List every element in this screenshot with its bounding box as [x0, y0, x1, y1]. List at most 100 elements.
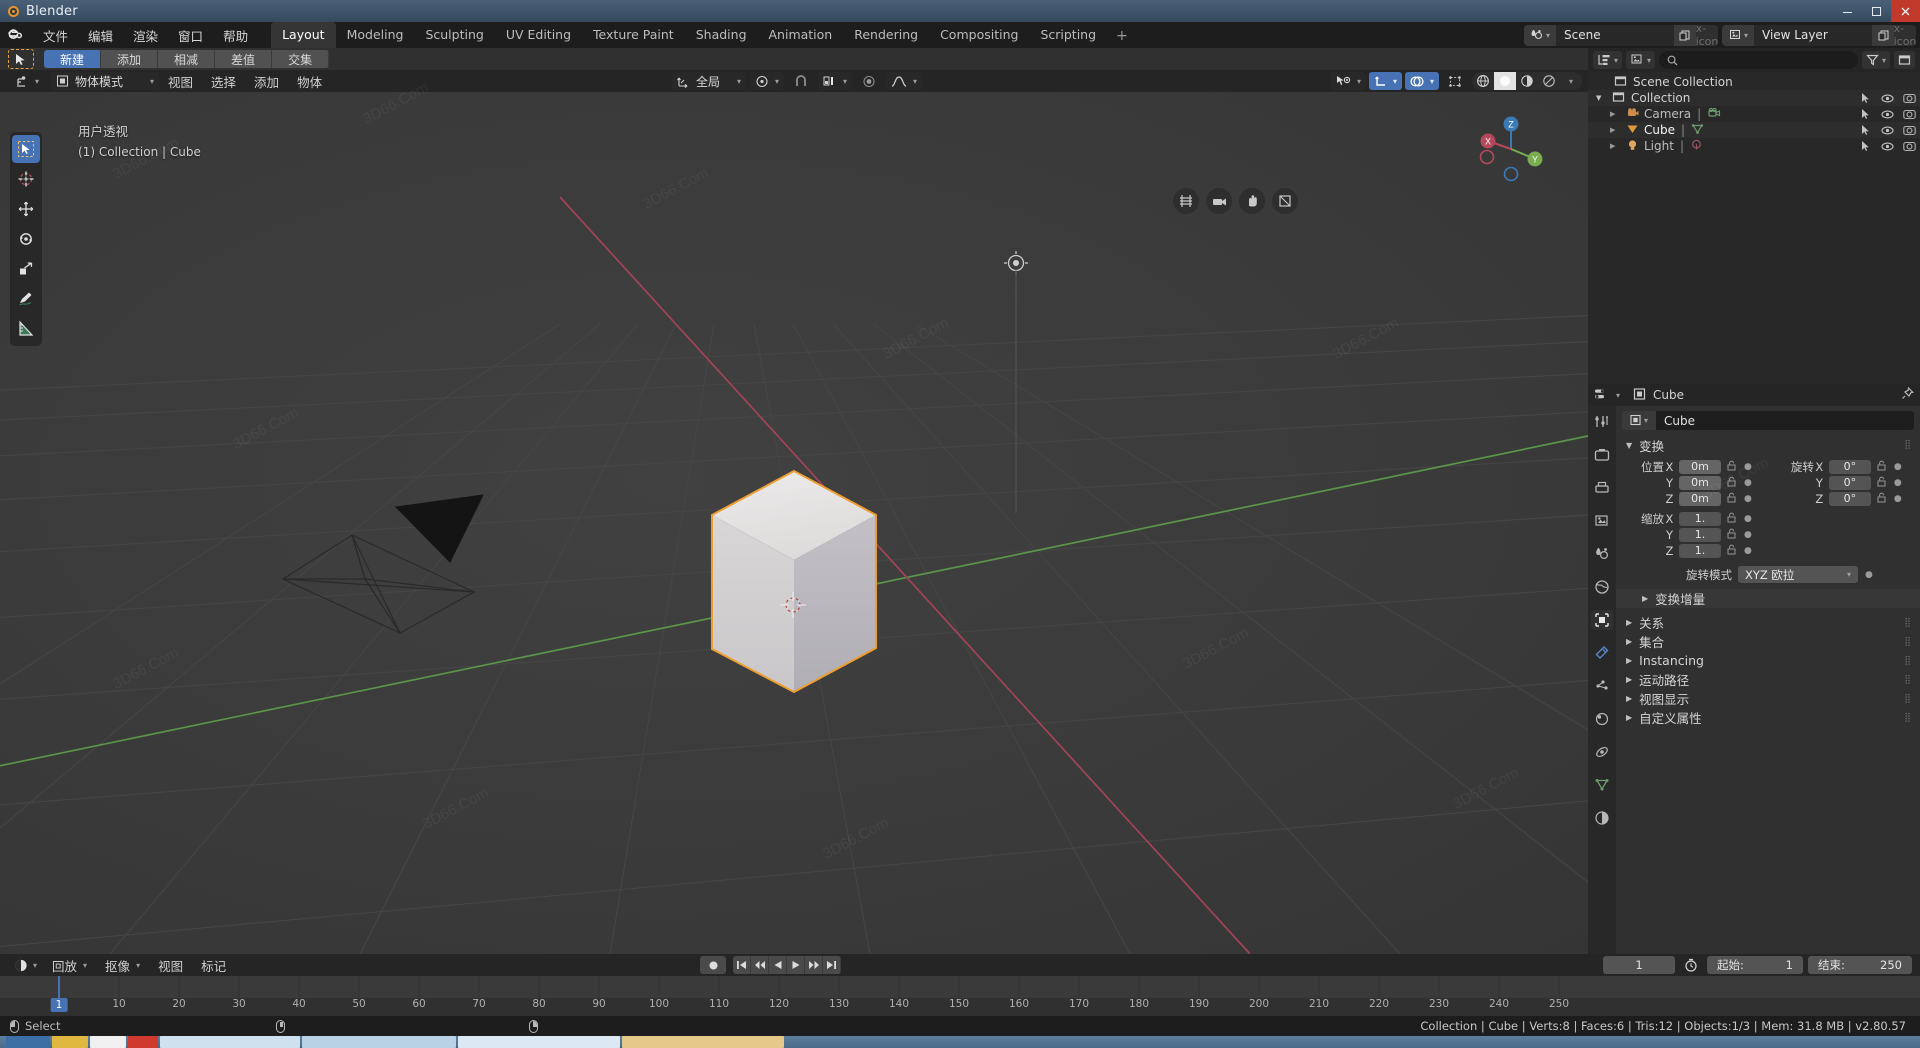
tab-rendering[interactable]: Rendering — [843, 22, 929, 48]
object-visibility-dropdown[interactable]: ▾ — [1331, 72, 1366, 90]
filter-id-icon[interactable]: ▾ — [1626, 51, 1655, 69]
data-tab-icon[interactable] — [1591, 775, 1613, 795]
expand-triangle-icon[interactable]: ▶ — [1610, 142, 1626, 150]
auto-key-icon[interactable] — [1680, 956, 1702, 974]
taskbar-item[interactable] — [52, 1036, 88, 1048]
view-layer-selector[interactable]: ▾ View Layer x-icon — [1722, 25, 1916, 46]
tab-layout[interactable]: Layout — [271, 22, 336, 48]
animate-dot-icon[interactable]: ● — [1744, 514, 1752, 524]
tab-animation[interactable]: Animation — [758, 22, 844, 48]
expand-triangle-icon[interactable]: ▶ — [1610, 126, 1626, 134]
output-tab-icon[interactable] — [1591, 478, 1613, 498]
current-frame-field[interactable]: 1 — [1603, 956, 1675, 974]
tweak-select-icon[interactable] — [8, 49, 34, 69]
snap-to-dropdown[interactable]: ▾ — [818, 72, 852, 90]
wireframe-shading-icon[interactable] — [1472, 72, 1494, 90]
render-tab-icon[interactable] — [1591, 445, 1613, 465]
delta-transform-subpanel[interactable]: ▶ 变换增量 — [1616, 589, 1920, 608]
lock-icon[interactable] — [1726, 512, 1737, 526]
object-tab-icon[interactable] — [1591, 610, 1613, 630]
location-y-field[interactable]: 0m — [1679, 476, 1721, 490]
timeline-editor-icon[interactable]: ▾ — [8, 956, 43, 974]
taskbar-item[interactable] — [128, 1036, 158, 1048]
panel-instancing[interactable]: ▶ Instancing ⣿ — [1616, 651, 1920, 670]
scene-icon[interactable]: ▾ — [1524, 25, 1556, 46]
lock-icon[interactable] — [1876, 492, 1887, 506]
rotation-z-field[interactable]: 0° — [1829, 492, 1871, 506]
maximize-button[interactable] — [1862, 0, 1891, 22]
cursor-tool-icon[interactable] — [12, 165, 40, 193]
transform-orientation-dropdown[interactable]: 全局 ▾ — [672, 72, 746, 90]
material-shading-icon[interactable] — [1516, 72, 1538, 90]
start-frame-field[interactable]: 起始: 1 — [1707, 956, 1803, 974]
tab-texture-paint[interactable]: Texture Paint — [582, 22, 685, 48]
next-keyframe-icon[interactable] — [805, 956, 823, 974]
move-tool-icon[interactable] — [12, 195, 40, 223]
solid-shading-icon[interactable] — [1494, 72, 1516, 90]
pan-nav-icon[interactable] — [1239, 188, 1265, 214]
viewport-nav-gizmo[interactable]: Z Y X — [1474, 112, 1548, 186]
outliner-row-light[interactable]: ▶ Light | — [1588, 138, 1920, 154]
taskbar-item[interactable] — [302, 1036, 456, 1048]
tab-compositing[interactable]: Compositing — [929, 22, 1029, 48]
tab-scripting[interactable]: Scripting — [1029, 22, 1107, 48]
outliner-row-cube[interactable]: ▶ Cube | — [1588, 122, 1920, 138]
viewport-canvas[interactable]: 用户透视 (1) Collection | Cube — [0, 92, 1588, 954]
scale-y-field[interactable]: 1. — [1679, 528, 1721, 542]
view-layer-tab-icon[interactable] — [1591, 511, 1613, 531]
blender-logo-icon[interactable] — [0, 27, 34, 43]
lock-icon[interactable] — [1876, 476, 1887, 490]
animate-dot-icon[interactable]: ● — [1744, 494, 1752, 504]
scale-x-field[interactable]: 1. — [1679, 512, 1721, 526]
close-button[interactable] — [1891, 0, 1920, 22]
menu-window[interactable]: 窗口 — [169, 23, 212, 48]
zoom-nav-icon[interactable] — [1173, 188, 1199, 214]
rotate-tool-icon[interactable] — [12, 225, 40, 253]
taskbar-item[interactable] — [160, 1036, 300, 1048]
menu-help[interactable]: 帮助 — [214, 23, 257, 48]
properties-editor-icon[interactable] — [1594, 388, 1609, 403]
outliner-display-mode-icon[interactable]: ▾ — [1593, 51, 1622, 69]
jump-start-icon[interactable] — [733, 956, 751, 974]
outliner-row-scene-collection[interactable]: Scene Collection — [1588, 74, 1920, 90]
shading-options-chevron-icon[interactable]: ▾ — [1560, 72, 1582, 90]
lock-icon[interactable] — [1726, 544, 1737, 558]
menu-edit[interactable]: 编辑 — [79, 23, 122, 48]
minimize-button[interactable] — [1833, 0, 1862, 22]
end-frame-field[interactable]: 结束: 250 — [1808, 956, 1912, 974]
outliner-search-input[interactable] — [1659, 51, 1858, 69]
viewport-menu-add[interactable]: 添加 — [245, 72, 288, 91]
panel-viewport-display[interactable]: ▶ 视图显示 ⣿ — [1616, 689, 1920, 708]
world-tab-icon[interactable] — [1591, 577, 1613, 597]
scene-name[interactable]: Scene — [1556, 25, 1674, 46]
animate-dot-icon[interactable]: ● — [1894, 494, 1902, 504]
animate-dot-icon[interactable]: ● — [1894, 462, 1902, 472]
animate-dot-icon[interactable]: ● — [1894, 478, 1902, 488]
modifier-tab-icon[interactable] — [1591, 643, 1613, 663]
rotation-y-field[interactable]: 0° — [1829, 476, 1871, 490]
tab-uv-editing[interactable]: UV Editing — [495, 22, 582, 48]
location-z-field[interactable]: 0m — [1679, 492, 1721, 506]
lock-icon[interactable] — [1726, 528, 1737, 542]
record-icon[interactable] — [700, 956, 726, 974]
rotation-x-field[interactable]: 0° — [1829, 460, 1871, 474]
select-mode-new[interactable]: 新建 — [44, 50, 101, 68]
tab-modeling[interactable]: Modeling — [336, 22, 415, 48]
menu-render[interactable]: 渲染 — [124, 23, 167, 48]
rotation-mode-dropdown[interactable]: XYZ 欧拉 ▾ — [1738, 566, 1858, 583]
scene-selector[interactable]: ▾ Scene x-icon — [1524, 25, 1718, 46]
play-reverse-icon[interactable] — [769, 956, 787, 974]
snap-magnet-icon[interactable] — [788, 72, 814, 90]
scene-delete-button[interactable]: x-icon — [1696, 25, 1718, 46]
view-layer-delete-button[interactable]: x-icon — [1894, 25, 1916, 46]
select-mode-difference[interactable]: 差值 — [215, 50, 272, 68]
lock-icon[interactable] — [1726, 460, 1737, 474]
proportional-edit-icon[interactable] — [856, 72, 882, 90]
tab-sculpting[interactable]: Sculpting — [414, 22, 494, 48]
lock-icon[interactable] — [1726, 492, 1737, 506]
select-mode-subtract[interactable]: 相减 — [158, 50, 215, 68]
overlays-toggle-dropdown[interactable]: ▾ — [1405, 72, 1439, 90]
outliner-row-collection[interactable]: ▼ Collection — [1588, 90, 1920, 106]
constraints-tab-icon[interactable] — [1591, 742, 1613, 762]
lock-icon[interactable] — [1726, 476, 1737, 490]
